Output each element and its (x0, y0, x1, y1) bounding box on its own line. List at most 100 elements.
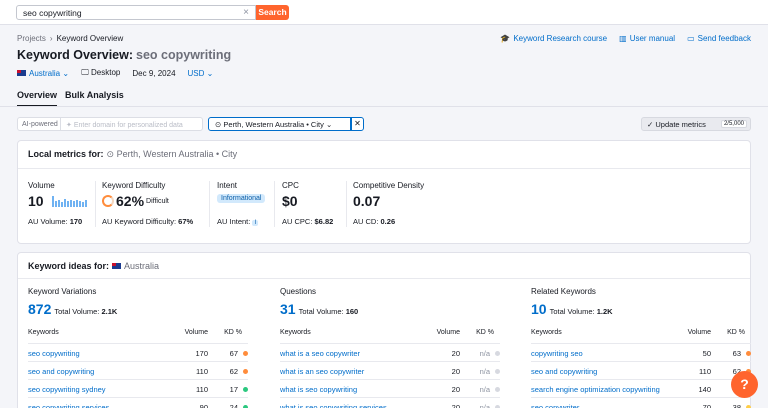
chat-icon: ▭ (687, 34, 695, 43)
au-kd-label: AU Keyword Difficulty: (102, 217, 177, 226)
trend-bar (75, 200, 78, 207)
keyword-link[interactable]: search engine optimization copywriting (531, 385, 660, 394)
update-count-badge: 2/5,000 (720, 120, 747, 128)
keyword-volume: 70 (702, 403, 711, 408)
breadcrumb-projects[interactable]: Projects (17, 34, 46, 43)
ideas-count[interactable]: 10 (531, 301, 547, 317)
col-header-keywords: Keywords (280, 329, 311, 336)
search-input-value: seo copywriting (23, 8, 82, 18)
keyword-kd: n/a (479, 367, 490, 376)
local-metrics-heading: Local metrics for: ⊙ Perth, Western Austr… (28, 149, 237, 160)
local-metrics-location-text: Perth, Western Australia • City (116, 149, 238, 159)
col-header-kd: KD % (224, 329, 242, 336)
course-link-label: Keyword Research course (513, 34, 608, 43)
ai-domain-placeholder: ✦ Enter domain for personalized data (66, 121, 183, 129)
update-metrics-label: ✓ Update metrics (647, 120, 706, 129)
keyword-kd: n/a (479, 349, 490, 358)
currency-select[interactable]: USD ⌄ (188, 69, 214, 78)
metric-divider (346, 181, 347, 227)
country-select[interactable]: Australia ⌄ (17, 69, 69, 78)
keyword-link[interactable]: seo and copywriting (28, 367, 94, 376)
chevron-down-icon: ⌄ (325, 120, 333, 129)
kd-dot-icon (243, 369, 248, 374)
card-divider (18, 168, 750, 169)
total-volume-value: 2.1K (101, 307, 118, 316)
cd-metric: Competitive Density 0.07 AU CD: 0.26 (353, 181, 424, 226)
clear-icon[interactable]: × (243, 7, 249, 18)
ai-placeholder-text: Enter domain for personalized data (73, 122, 183, 129)
ideas-count[interactable]: 31 (280, 301, 296, 317)
ideas-column: Related Keywords 10 Total Volume: 1.2K Keyw… (531, 287, 751, 408)
au-cd-label: AU CD: (353, 217, 379, 226)
feedback-link-label: Send feedback (697, 34, 751, 43)
keyword-kd: 62 (229, 367, 238, 376)
country-label: Australia (29, 68, 61, 78)
chevron-right-icon: › (49, 34, 53, 43)
search-input[interactable]: seo copywriting × (16, 5, 256, 20)
volume-trend-chart (51, 195, 87, 207)
table-row: what is seo copywriting 20 n/a (280, 379, 500, 397)
table-row: copywriting seo 50 63 (531, 343, 751, 361)
table-row: seo copywriting services 90 24 (28, 397, 248, 408)
course-link[interactable]: 🎓 Keyword Research course (500, 34, 607, 43)
table-row: seo and copywriting 110 62 (531, 361, 751, 379)
au-cd-value: 0.26 (380, 217, 396, 226)
ideas-column-title: Related Keywords (531, 287, 596, 296)
au-volume-value: 170 (69, 217, 83, 226)
local-metrics-heading-text: Local metrics for: (28, 149, 104, 159)
keyword-ideas-card: Keyword ideas for: Australia Keyword Vari… (17, 252, 751, 408)
total-volume: Total Volume: 160 (299, 307, 359, 316)
total-volume-value: 160 (345, 307, 359, 316)
ideas-count[interactable]: 872 (28, 301, 51, 317)
au-cd: AU CD: 0.26 (353, 217, 395, 226)
book-icon: ▥ (619, 34, 627, 43)
ai-powered-label: AI-powered (22, 121, 58, 128)
keyword-volume: 50 (702, 349, 711, 358)
table-row: seo copywriting sydney 110 17 (28, 379, 248, 397)
total-volume: Total Volume: 1.2K (550, 307, 613, 316)
keyword-link[interactable]: seo copywriting sydney (28, 385, 106, 394)
location-select[interactable]: ⊙ Perth, Western Australia • City ⌄ (208, 117, 351, 131)
tab-overview[interactable]: Overview (17, 90, 58, 107)
keyword-kd: 67 (229, 349, 238, 358)
col-header-volume: Volume (436, 329, 460, 336)
kd-metric: Keyword Difficulty 62% Difficult AU Keywo… (102, 181, 193, 226)
au-volume-label: AU Volume: (28, 217, 68, 226)
clear-location-button[interactable]: ✕ (351, 117, 364, 131)
keyword-link[interactable]: copywriting seo (531, 349, 583, 358)
keyword-link[interactable]: seo and copywriting (531, 367, 597, 376)
keyword-link[interactable]: what is an seo copywriter (280, 367, 364, 376)
col-header-kd: KD % (727, 329, 745, 336)
keyword-ideas-heading: Keyword ideas for: Australia (28, 261, 159, 271)
help-button[interactable]: ? (731, 371, 758, 398)
metric-divider (95, 181, 96, 227)
keyword-link[interactable]: seo copywriting (28, 349, 80, 358)
keyword-link[interactable]: what is seo copywriting (280, 385, 357, 394)
manual-link-label: User manual (629, 34, 676, 43)
search-button[interactable]: Search (256, 5, 289, 20)
keyword-link[interactable]: what is seo copywriting services (280, 403, 387, 408)
ideas-column-title: Questions (280, 287, 317, 296)
top-search-bar: seo copywriting × Search (0, 0, 768, 25)
trend-bar (72, 201, 75, 207)
trend-bar (81, 202, 84, 207)
keyword-volume: 90 (199, 403, 208, 408)
keyword-volume: 20 (451, 367, 460, 376)
update-metrics-button[interactable]: ✓ Update metrics 2/5,000 (641, 117, 751, 131)
au-intent: AU Intent: I (217, 217, 259, 226)
cpc-label: CPC (282, 181, 299, 190)
tab-bulk-analysis[interactable]: Bulk Analysis (65, 90, 124, 107)
col-header-keywords: Keywords (28, 329, 59, 336)
feedback-link[interactable]: ▭ Send feedback (687, 34, 751, 43)
col-header-keywords: Keywords (531, 329, 562, 336)
keyword-link[interactable]: seo copywriting services (28, 403, 109, 408)
keyword-link[interactable]: what is a seo copywriter (280, 349, 360, 358)
ai-domain-input[interactable]: AI-powered ✦ Enter domain for personaliz… (17, 117, 203, 131)
total-volume-value: 1.2K (596, 307, 613, 316)
keyword-link[interactable]: seo copywriter (531, 403, 579, 408)
ideas-column-title: Keyword Variations (28, 287, 97, 296)
manual-link[interactable]: ▥ User manual (619, 34, 675, 43)
update-metrics-text: Update metrics (655, 120, 706, 129)
col-header-kd: KD % (476, 329, 494, 336)
kd-dot-icon (243, 351, 248, 356)
